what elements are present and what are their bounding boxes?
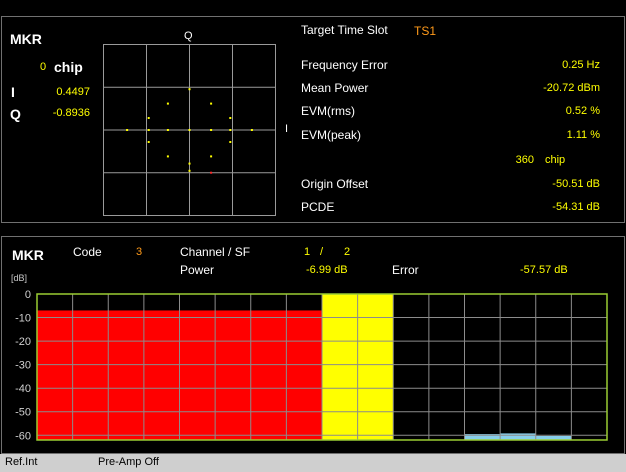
constellation-point [166,129,169,131]
footer-ref-label: Ref.Int [5,456,38,468]
evm-rms-value: 0.52 % [565,105,600,117]
constellation-point [229,141,232,143]
chart-bar [500,433,536,440]
header-status-label: Measuring [216,2,268,14]
evm-peak-value: 1.11 % [566,129,600,141]
constellation-point [166,102,169,105]
code-domain-title: Code Domain Power vs Code Number [5,223,193,235]
chart-y-tick-label: -10 [15,313,31,325]
constellation-i-axis-label: I [285,123,289,135]
marker-code-value: 3 [136,246,143,258]
header-result-label: Result [5,2,37,14]
evm-peak-label: EVM(peak) [301,128,362,142]
frequency-error-label: Frequency Error [301,58,388,72]
mean-power-label: Mean Power [301,81,369,95]
evm-peak-chip-unit: chip [545,154,566,166]
code-domain-chart: 0 -10 -20 -30 -40 -50 -60 [15,289,608,442]
constellation-point [188,169,191,172]
constellation-point [188,88,191,91]
constellation-point [210,129,213,131]
chart-y-tick-label: -50 [15,407,31,419]
constellation-diagram [103,44,276,216]
constellation-point [210,171,213,174]
constellation-point [188,162,191,165]
pcde-label: PCDE [301,200,335,214]
constellation-point [229,117,232,119]
constellation-point [126,129,129,131]
constellation-point [229,129,232,131]
marker-slash: / [320,246,324,258]
pcde-value: -54.31 dB [552,201,600,213]
result-panel [1,16,625,223]
target-time-slot-label: Target Time Slot [301,23,388,37]
mean-power-value: -20.72 dBm [543,82,600,94]
marker-code-label: Code [73,245,102,259]
constellation-point [210,102,213,105]
constellation-point [210,155,213,158]
chart-y-unit-label: [dB] [11,273,28,283]
marker-channel-sf-label: Channel / SF [180,245,251,259]
constellation-point [250,129,253,131]
result-q-value: -0.8936 [52,107,90,119]
chart-y-tick-label: -30 [15,360,31,372]
marker-channel-value: 1 [304,246,311,258]
result-chip-value: 0 [40,61,47,73]
constellation-q-axis-label: Q [184,30,193,42]
frequency-error-value: 0.25 Hz [562,59,600,71]
result-chip-unit: chip [54,59,83,75]
target-time-slot-value: TS1 [414,24,437,38]
marker-error-value: -57.57 dB [520,264,568,276]
origin-offset-label: Origin Offset [301,177,369,191]
result-i-label: I [11,84,15,100]
chart-y-tick-label: -40 [15,383,31,395]
result-mkr-label: MKR [10,31,42,47]
constellation-point [147,117,150,119]
marker-sf-value: 2 [344,246,351,258]
marker-power-label: Power [180,263,215,277]
footer-bar: Ref.Int Pre-Amp Off [0,454,626,472]
chart-y-tick-label: -60 [15,430,31,442]
marker-error-label: Error [392,263,419,277]
evm-peak-chip-value: 360 [515,154,534,166]
constellation-point [166,155,169,158]
chart-y-ticks: 0 -10 -20 -30 -40 -50 -60 [15,289,31,442]
origin-offset-value: -50.51 dB [552,178,600,190]
chart-y-tick-label: 0 [25,289,31,301]
marker-power-value: -6.99 dB [306,264,348,276]
evm-rms-label: EVM(rms) [301,104,355,118]
constellation-point [188,129,191,131]
chart-bars [37,294,572,440]
result-i-value: 0.4497 [56,86,90,98]
marker-mkr-label: MKR [12,247,44,263]
constellation-point [147,141,150,143]
chart-y-tick-label: -20 [15,336,31,348]
footer-preamp-label: Pre-Amp Off [98,456,159,468]
constellation-point [147,129,150,131]
result-q-label: Q [10,106,21,122]
